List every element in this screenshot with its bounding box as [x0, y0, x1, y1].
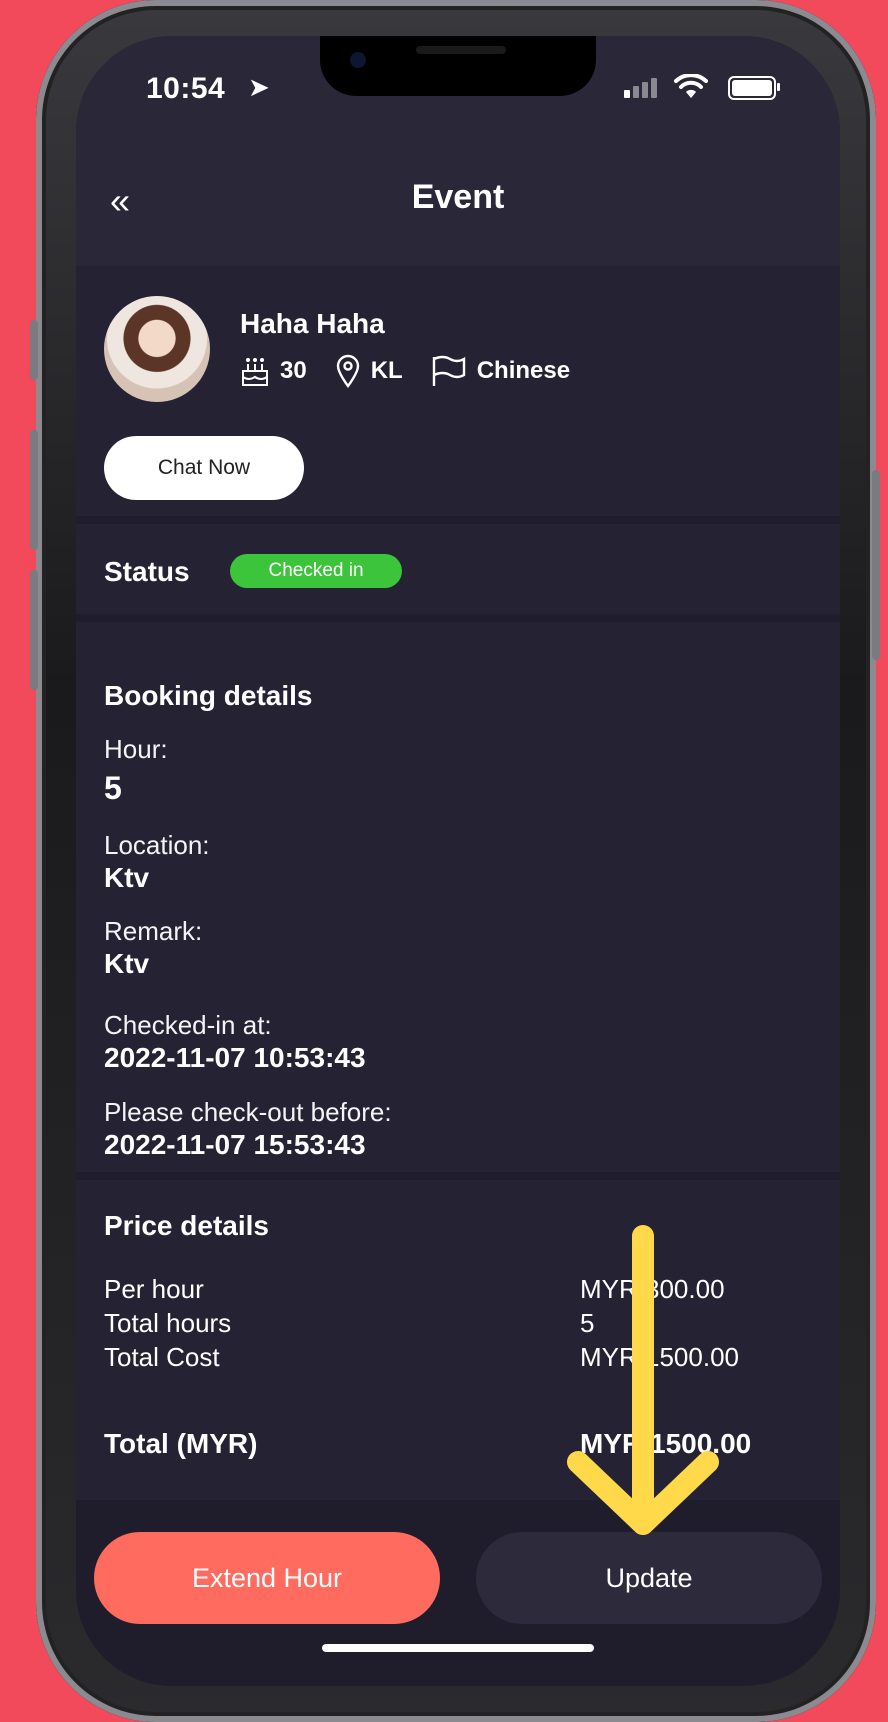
price-row-label: Total Cost — [104, 1342, 220, 1372]
price-row: Total hours 5 — [104, 1308, 812, 1339]
status-label: Status — [104, 556, 190, 587]
side-button — [30, 570, 38, 690]
hour-label: Hour: — [104, 734, 168, 764]
price-row: Total Cost MYR 1500.00 — [104, 1342, 812, 1373]
checked-in-value: 2022-11-07 10:53:43 — [104, 1042, 366, 1073]
extend-hour-button[interactable]: Extend Hour — [94, 1532, 440, 1624]
status-badge: Checked in — [230, 554, 402, 588]
profile-section: Haha Haha 30 KL Chinese Chat Now — [76, 266, 840, 516]
location-value: Ktv — [104, 862, 150, 893]
chat-now-button[interactable]: Chat Now — [104, 436, 304, 500]
phone-screen: 10:54 ➤ « Event Haha Haha 30 KL Chinese … — [76, 36, 840, 1686]
age-item: 30 — [240, 355, 307, 387]
profile-name: Haha Haha — [240, 308, 385, 339]
price-details-section: Price details Per hour MYR 300.00 Total … — [76, 1180, 840, 1500]
price-row-value: 5 — [580, 1308, 595, 1338]
wifi-icon — [674, 74, 708, 98]
side-button — [30, 430, 38, 550]
profile-meta: 30 KL Chinese — [240, 354, 598, 388]
location-label: Location: — [104, 830, 210, 860]
battery-icon — [728, 76, 780, 100]
side-button — [872, 470, 880, 660]
price-row-label: Per hour — [104, 1274, 204, 1304]
cell-signal-icon — [624, 78, 660, 98]
flag-icon — [432, 355, 465, 386]
price-row-value: MYR 1500.00 — [580, 1342, 739, 1372]
price-row-value: MYR 300.00 — [580, 1274, 725, 1304]
checked-in-label: Checked-in at: — [104, 1010, 272, 1040]
status-time: 10:54 — [146, 72, 226, 105]
remark-label: Remark: — [104, 916, 203, 946]
location-item: KL — [335, 354, 403, 388]
navigation-arrow-icon: ➤ — [248, 72, 270, 102]
checkout-value: 2022-11-07 15:53:43 — [104, 1129, 366, 1160]
page-title: Event — [411, 178, 505, 216]
side-button — [30, 320, 38, 380]
checkout-label: Please check-out before: — [104, 1097, 392, 1127]
navigation-bar: « Event — [76, 126, 840, 266]
home-indicator — [322, 1644, 594, 1652]
remark-value: Ktv — [104, 948, 150, 979]
location-value: KL — [370, 357, 403, 384]
map-pin-icon — [336, 354, 359, 388]
age-value: 30 — [280, 357, 307, 384]
booking-details-title: Booking details — [104, 680, 313, 711]
camera-notch — [320, 36, 596, 96]
hour-value: 5 — [104, 770, 122, 806]
total-row: Total (MYR) MYR 1500.00 — [104, 1428, 812, 1460]
price-row: Per hour MYR 300.00 — [104, 1274, 812, 1305]
language-value: Chinese — [476, 357, 571, 384]
avatar — [104, 296, 210, 402]
total-label: Total (MYR) — [104, 1428, 258, 1459]
status-section: Status Checked in — [76, 524, 840, 614]
booking-details-section: Booking details Hour: 5 Location: Ktv Re… — [76, 622, 840, 1172]
birthday-cake-icon — [242, 358, 268, 386]
language-item: Chinese — [431, 355, 570, 387]
price-details-title: Price details — [104, 1210, 269, 1241]
total-value: MYR 1500.00 — [580, 1428, 752, 1459]
price-row-label: Total hours — [104, 1308, 232, 1338]
update-button[interactable]: Update — [476, 1532, 822, 1624]
